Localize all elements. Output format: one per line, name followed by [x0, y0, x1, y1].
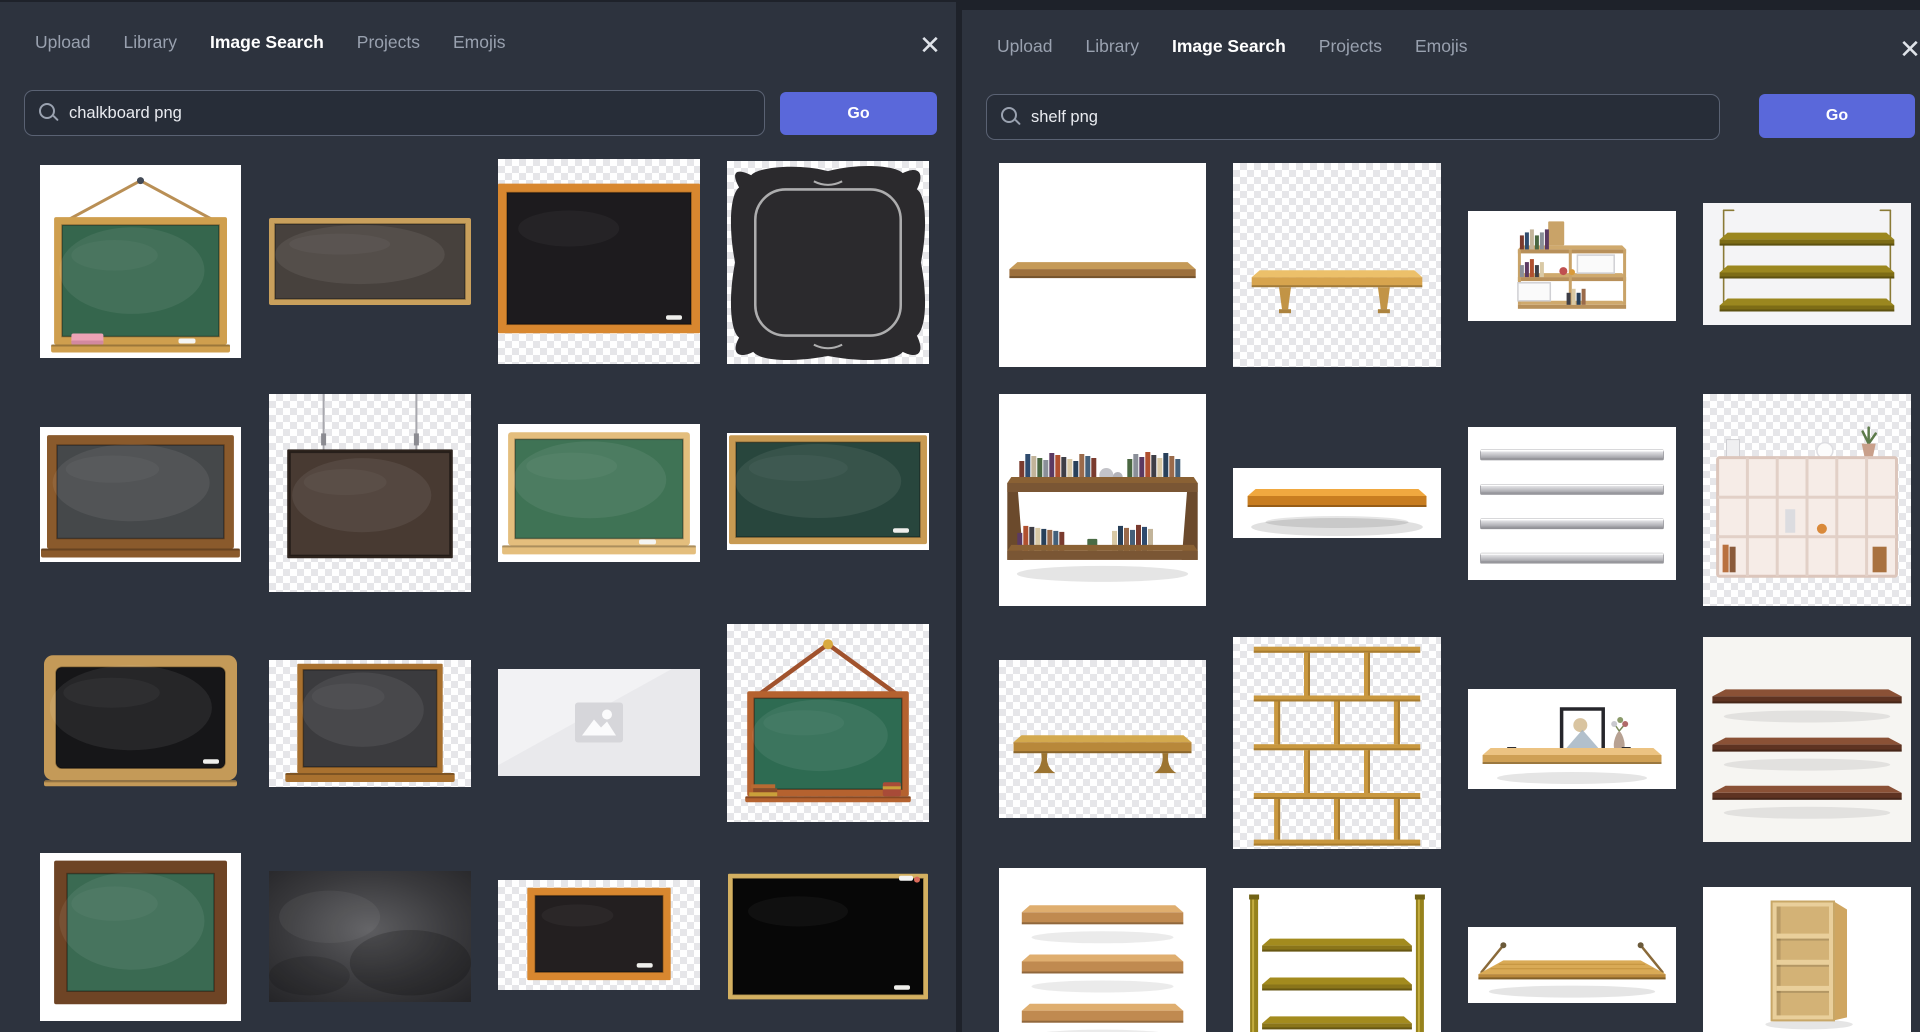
result-three-tier-hanging-shelf-gold[interactable]	[1703, 203, 1911, 325]
result-single-wood-plank-shelf[interactable]	[999, 163, 1206, 367]
result-cube-storage-shelf-pink[interactable]	[1703, 394, 1911, 606]
result-wood-shelf-corbel-brackets[interactable]	[999, 660, 1206, 818]
image-search-panel-right: Upload Library Image Search Projects Emojis …	[962, 10, 1920, 1032]
result-floating-shelf-frame-vase[interactable]	[1468, 689, 1676, 789]
result-dark-green-chalkboard-gold-frame[interactable]	[727, 433, 929, 550]
result-hanging-wood-sign-wires[interactable]	[269, 394, 471, 592]
results-grid	[0, 2, 956, 1032]
result-wide-dark-chalkboard-wood-frame[interactable]	[269, 218, 471, 305]
result-green-chalkboard-dark-frame[interactable]	[40, 853, 241, 1021]
result-three-dark-wood-shelves[interactable]	[1703, 637, 1911, 842]
result-dark-chalkboard-tray-stand[interactable]	[269, 660, 471, 787]
result-black-chalkboard-rounded-oak-frame[interactable]	[40, 651, 241, 790]
result-wood-shelf-with-legs[interactable]	[1233, 163, 1441, 367]
result-wall-shelf-with-books-decor[interactable]	[1468, 211, 1676, 321]
result-cartoon-green-chalkboard-hanging[interactable]	[727, 624, 929, 822]
result-broken-image-placeholder[interactable]	[498, 669, 700, 776]
result-wood-lattice-shelving[interactable]	[1233, 637, 1441, 849]
results-grid	[962, 10, 1920, 1032]
stage: Upload Library Image Search Projects Emojis …	[0, 0, 1920, 1032]
result-glass-shelves-four-tier[interactable]	[1468, 427, 1676, 580]
result-brass-pipe-shelving-unit[interactable]	[1233, 888, 1441, 1032]
image-search-panel-left: Upload Library Image Search Projects Emojis …	[0, 2, 956, 1032]
result-rustic-book-shelf-filled[interactable]	[999, 394, 1206, 606]
result-black-board-orange-frame-small[interactable]	[498, 880, 700, 990]
result-three-wood-wall-shelves[interactable]	[999, 868, 1206, 1032]
result-light-wood-bookcase[interactable]	[1703, 887, 1911, 1032]
result-green-chalkboard-hanging-rope[interactable]	[40, 165, 241, 358]
result-ornate-chalkboard-plaque[interactable]	[727, 161, 929, 364]
result-black-chalkboard-orange-frame[interactable]	[498, 159, 700, 364]
search-icon	[1001, 107, 1017, 123]
result-chalk-texture-background[interactable]	[269, 871, 471, 1002]
result-rope-hung-wood-shelf[interactable]	[1468, 927, 1676, 1003]
result-gray-chalkboard-brown-frame-tray[interactable]	[40, 427, 241, 562]
result-green-chalkboard-light-frame[interactable]	[498, 424, 700, 562]
result-black-chalkboard-thin-gold-frame[interactable]	[727, 871, 929, 1004]
search-icon	[39, 103, 55, 119]
result-floating-wood-shelf-shadow[interactable]	[1233, 468, 1441, 538]
